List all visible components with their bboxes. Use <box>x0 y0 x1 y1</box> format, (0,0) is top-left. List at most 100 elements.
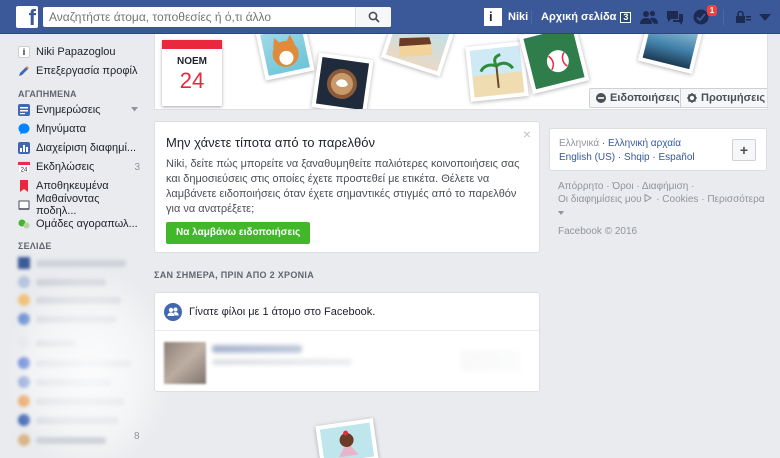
cake-photo <box>380 34 456 77</box>
calendar-month: ΝΟΕΜ <box>177 56 207 67</box>
pencil-icon <box>19 66 29 76</box>
friendship-memory-card: Γίνατε φίλοι με 1 άτομο στο Facebook. <box>154 292 540 392</box>
avatar: i <box>18 46 30 58</box>
sidebar-profile[interactable]: i Niki Papazoglou <box>18 44 140 60</box>
latte-photo <box>311 52 374 109</box>
sidebar-item-news-feed[interactable]: Ενημερώσεις <box>18 102 140 118</box>
promo-body: Niki, δείτε πώς μπορείτε να ξαναθυμηθείτ… <box>166 158 520 215</box>
search-input[interactable] <box>43 7 353 27</box>
sidebar-item-messages[interactable]: Μηνύματα <box>18 121 140 137</box>
left-sidebar: i Niki Papazoglou Επεξεργασία προφίλ ΑΓΑ… <box>0 34 170 458</box>
search-icon <box>368 11 380 23</box>
notification-badge: 1 <box>707 5 717 16</box>
search-button[interactable] <box>355 7 391 27</box>
notifications-settings-button[interactable]: Ειδοποιήσεις <box>589 88 687 108</box>
language-link[interactable]: Shqip <box>624 152 650 163</box>
sidebar-item-label: Ομάδες αγοραπωλ... <box>36 218 138 230</box>
calendar-day: 24 <box>179 68 205 93</box>
chevron-down-icon[interactable] <box>131 107 138 112</box>
footer-links: Απόρρητο · Όροι · Διαφήμιση · Οι διαφημί… <box>558 180 768 238</box>
footer-link-ad-choices[interactable]: Οι διαφημίσεις μου <box>558 194 642 205</box>
home-count-badge: 3 <box>620 11 632 23</box>
get-notifications-button[interactable]: Να λαμβάνω ειδοποιήσεις <box>166 222 311 244</box>
events-count: 3 <box>134 161 140 173</box>
more-languages-button[interactable]: + <box>732 139 756 161</box>
memory-title: Γίνατε φίλοι με 1 άτομο στο Facebook. <box>189 305 376 318</box>
close-icon[interactable]: × <box>523 126 531 142</box>
on-this-day-heading: ΣΑΝ ΣΗΜΕΡΑ, ΠΡΙΝ ΑΠΟ 2 ΧΡΟΝΙΑ <box>154 270 315 280</box>
avatar: i <box>484 8 502 26</box>
sidebar-edit-profile[interactable]: Επεξεργασία προφίλ <box>18 63 140 79</box>
chevron-down-icon[interactable] <box>558 211 564 215</box>
language-link[interactable]: Español <box>659 152 695 163</box>
corgi-photo <box>255 34 315 81</box>
sidebar-item-events[interactable]: 24 Εκδηλώσεις 3 <box>18 159 140 175</box>
user-name: Niki <box>508 11 529 23</box>
list-item[interactable] <box>18 434 106 446</box>
messages-icon <box>18 123 30 135</box>
current-language: Ελληνικά <box>559 138 600 149</box>
on-this-day-banner: ΝΟΕΜ 24 Ειδοποιήσεις Προτιμήσεις <box>154 34 768 110</box>
sidebar-item-label: Εκδηλώσεις <box>36 161 95 173</box>
sidebar-item-label: Ενημερώσεις <box>36 104 101 116</box>
footer-link-privacy[interactable]: Απόρρητο <box>558 181 603 192</box>
sidebar-item-label: Μαθαίνοντας ποδηλ... <box>36 193 100 217</box>
privacy-lock-icon[interactable] <box>734 9 752 25</box>
events-icon: 24 <box>18 161 30 173</box>
minus-circle-icon <box>596 93 606 103</box>
footer-link-advertising[interactable]: Διαφήμιση <box>642 181 688 192</box>
ads-manager-icon <box>18 142 30 154</box>
copyright: Facebook © 2016 <box>558 226 638 237</box>
language-links: Ελληνικά · Ελληνική αρχαία English (US) … <box>559 138 695 163</box>
top-navigation-bar: f i Niki Αρχική σελίδα 3 1 <box>0 0 780 34</box>
last-count: 8 <box>134 431 140 442</box>
footer-link-more[interactable]: Περισσότερα <box>707 194 764 205</box>
beach-photo <box>465 41 529 102</box>
sidebar-item-buy-sell-groups[interactable]: Ομάδες αγοραπωλ... <box>18 216 140 232</box>
divider <box>723 9 724 25</box>
sidebar-item-learning-cycling[interactable]: Μαθαίνοντας ποδηλ... <box>18 193 140 217</box>
list-item[interactable] <box>18 257 126 269</box>
language-link[interactable]: Ελληνική αρχαία <box>608 138 681 149</box>
edit-profile-label: Επεξεργασία προφίλ <box>36 65 138 77</box>
sidebar-item-label: Μηνύματα <box>36 123 87 135</box>
blur-overlay <box>10 270 170 458</box>
lake-photo <box>637 34 705 75</box>
ad-choices-icon[interactable] <box>644 193 653 203</box>
memory-header: Γίνατε φίλοι με 1 άτομο στο Facebook. <box>155 293 539 331</box>
dessert-photo <box>315 418 379 458</box>
preferences-button[interactable]: Προτιμήσεις <box>680 88 767 108</box>
language-selector: Ελληνικά · Ελληνική αρχαία English (US) … <box>549 128 767 171</box>
search-box <box>43 7 391 27</box>
sidebar-item-saved[interactable]: Αποθηκευμένα <box>18 178 140 194</box>
promo-title: Μην χάνετε τίποτα από το παρελθόν <box>166 135 376 150</box>
notifications-promo-card: Μην χάνετε τίποτα από το παρελθόν × Niki… <box>154 121 540 253</box>
svg-text:24: 24 <box>21 168 28 174</box>
language-link[interactable]: English (US) <box>559 152 615 163</box>
account-menu-icon[interactable] <box>756 9 774 25</box>
saved-icon <box>20 180 28 192</box>
book-icon <box>18 200 30 210</box>
baseball-photo <box>518 34 590 95</box>
friends-icon <box>164 302 182 321</box>
groups-icon <box>18 219 30 229</box>
news-feed-icon <box>18 104 30 116</box>
divider <box>531 10 532 24</box>
home-link[interactable]: Αρχική σελίδα 3 <box>541 11 632 23</box>
blur-overlay <box>155 332 539 391</box>
profile-link[interactable]: i Niki <box>484 8 528 26</box>
footer-link-terms[interactable]: Όροι <box>612 181 633 192</box>
calendar-graphic: ΝΟΕΜ 24 <box>162 40 222 106</box>
sidebar-item-ads-manager[interactable]: Διαχείριση διαφημί... <box>18 140 140 156</box>
messages-icon[interactable] <box>666 9 684 25</box>
home-label: Αρχική σελίδα <box>541 11 617 23</box>
favorites-heading: ΑΓΑΠΗΜΕΝΑ <box>18 89 77 99</box>
facebook-logo[interactable]: f <box>16 5 38 30</box>
friend-requests-icon[interactable] <box>640 9 658 25</box>
sidebar-item-label: Διαχείριση διαφημί... <box>36 142 137 154</box>
gear-icon <box>687 93 697 103</box>
blurred-sidebar-section: 8 <box>0 250 170 458</box>
profile-name: Niki Papazoglou <box>36 46 116 58</box>
sidebar-item-label: Αποθηκευμένα <box>36 180 109 192</box>
footer-link-cookies[interactable]: Cookies <box>662 194 698 205</box>
